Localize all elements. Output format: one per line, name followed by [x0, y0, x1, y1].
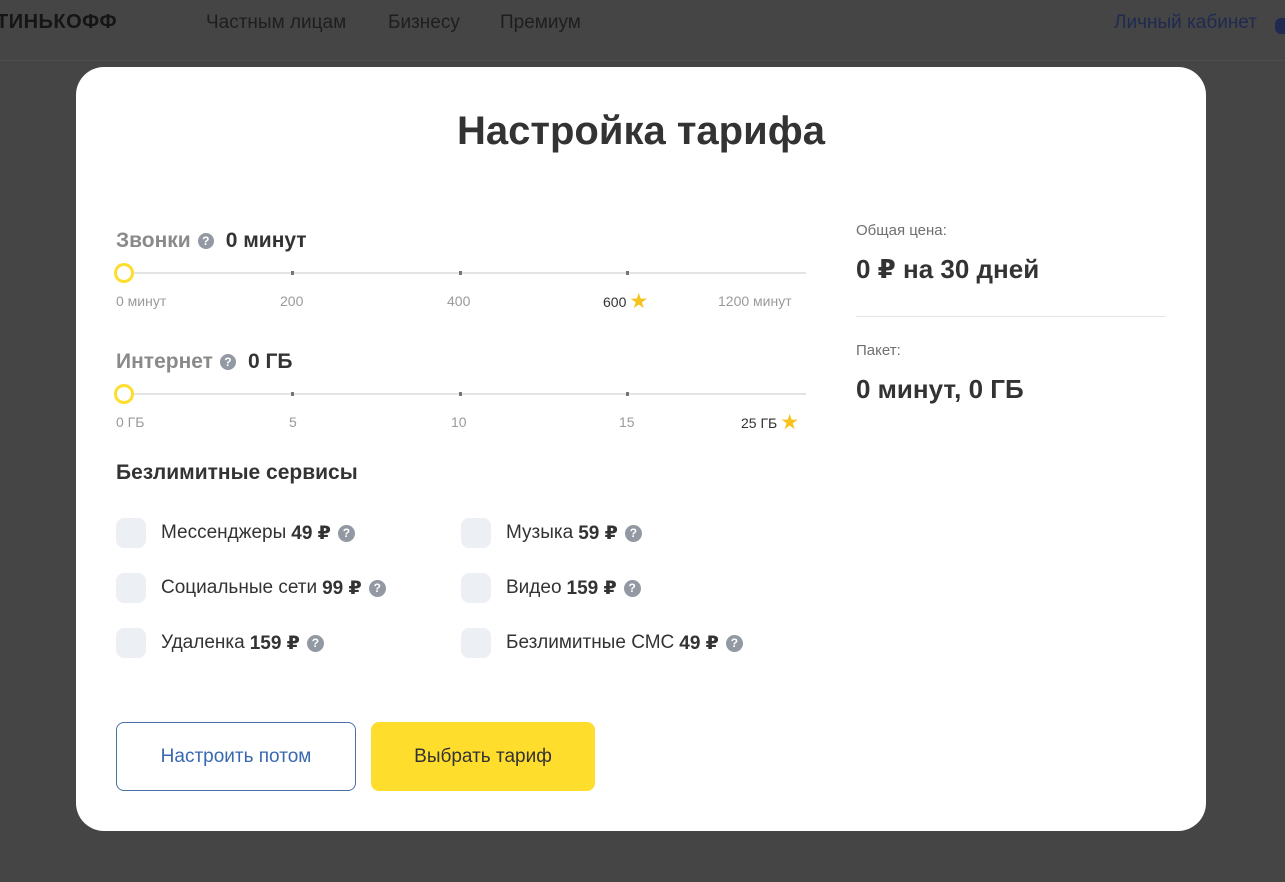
calls-scale-min[interactable]: 0 минут	[116, 293, 166, 309]
internet-slider-thumb[interactable]	[114, 384, 134, 404]
service-checkbox[interactable]	[461, 628, 491, 658]
service-messengers[interactable]: Мессенджеры 49 ₽ ?	[116, 518, 355, 548]
service-music[interactable]: Музыка 59 ₽ ?	[461, 518, 642, 548]
calls-header: Звонки ? 0 минут	[116, 226, 307, 256]
question-circle-icon[interactable]: ?	[306, 634, 324, 652]
internet-scale-15[interactable]: 15	[619, 414, 635, 430]
service-name: Видео	[506, 577, 562, 598]
internet-scale-max-label: 25 ГБ	[741, 414, 778, 431]
package-label: Пакет:	[856, 342, 901, 359]
slider-tick	[291, 392, 294, 396]
question-circle-icon[interactable]: ?	[725, 634, 743, 652]
internet-label: Интернет	[116, 350, 213, 373]
top-nav: ТИНЬКОФФ Частным лицам Бизнесу Премиум Л…	[0, 0, 1285, 61]
internet-help-icon[interactable]: ?	[219, 354, 236, 370]
question-circle-icon[interactable]: ?	[368, 579, 386, 597]
calls-help-icon[interactable]: ?	[197, 233, 214, 249]
question-circle-icon[interactable]: ?	[624, 524, 642, 542]
slider-tick	[459, 392, 462, 396]
internet-scale-10[interactable]: 10	[451, 414, 467, 430]
service-checkbox[interactable]	[116, 573, 146, 603]
service-price: 99 ₽	[322, 577, 362, 599]
modal-title: Настройка тарифа	[457, 109, 825, 153]
internet-scale-5[interactable]: 5	[289, 414, 297, 430]
logo[interactable]: ТИНЬКОФФ	[0, 11, 117, 34]
service-name: Социальные сети	[161, 577, 318, 598]
service-price: 159 ₽	[249, 632, 300, 654]
calls-scale-600-label: 600	[603, 293, 627, 310]
service-video[interactable]: Видео 159 ₽ ?	[461, 573, 641, 603]
nav-link-business[interactable]: Бизнесу	[388, 12, 460, 34]
service-price: 59 ₽	[578, 522, 618, 544]
calls-label: Звонки	[116, 229, 191, 252]
star-icon: ★	[780, 411, 800, 434]
choose-tariff-button[interactable]: Выбрать тариф	[371, 722, 595, 791]
service-checkbox[interactable]	[461, 573, 491, 603]
calls-scale-max[interactable]: 1200 минут	[718, 293, 792, 309]
service-social[interactable]: Социальные сети 99 ₽ ?	[116, 573, 386, 603]
internet-scale-max[interactable]: 25 ГБ ★	[741, 412, 799, 433]
nav-link-cabinet[interactable]: Личный кабинет	[1114, 12, 1257, 34]
calls-slider-thumb[interactable]	[114, 263, 134, 283]
internet-scale-min[interactable]: 0 ГБ	[116, 414, 144, 430]
service-price: 49 ₽	[291, 522, 331, 544]
internet-header: Интернет ? 0 ГБ	[116, 347, 292, 377]
service-sms[interactable]: Безлимитные СМС 49 ₽ ?	[461, 628, 743, 658]
user-icon[interactable]	[1275, 18, 1285, 34]
star-icon: ★	[629, 290, 649, 313]
slider-tick	[626, 392, 629, 396]
service-price: 49 ₽	[679, 632, 719, 654]
calls-scale-200[interactable]: 200	[280, 293, 303, 309]
internet-slider[interactable]	[114, 384, 806, 404]
calls-slider[interactable]	[114, 263, 806, 283]
question-circle-icon[interactable]: ?	[623, 579, 641, 597]
nav-link-premium[interactable]: Премиум	[500, 12, 581, 34]
service-name: Мессенджеры	[161, 522, 287, 543]
service-checkbox[interactable]	[461, 518, 491, 548]
total-price-value: 0 ₽ на 30 дней	[856, 254, 1040, 284]
services-title: Безлимитные сервисы	[116, 461, 358, 484]
calls-scale-400[interactable]: 400	[447, 293, 470, 309]
service-checkbox[interactable]	[116, 518, 146, 548]
question-circle-icon[interactable]: ?	[337, 524, 355, 542]
calls-scale-600[interactable]: 600 ★	[603, 291, 648, 312]
slider-tick	[626, 271, 629, 275]
total-price-label: Общая цена:	[856, 222, 947, 239]
service-checkbox[interactable]	[116, 628, 146, 658]
slider-tick	[291, 271, 294, 275]
nav-link-private[interactable]: Частным лицам	[206, 12, 346, 34]
package-value: 0 минут, 0 ГБ	[856, 374, 1024, 404]
summary-divider	[856, 316, 1166, 317]
service-name: Музыка	[506, 522, 574, 543]
calls-value: 0 минут	[225, 229, 307, 252]
internet-value: 0 ГБ	[247, 350, 293, 373]
tariff-modal: Настройка тарифа Звонки ? 0 минут 0 мину…	[76, 67, 1206, 831]
service-price: 159 ₽	[566, 577, 617, 599]
service-name: Безлимитные СМС	[506, 632, 675, 653]
service-remote[interactable]: Удаленка 159 ₽ ?	[116, 628, 324, 658]
configure-later-button[interactable]: Настроить потом	[116, 722, 356, 791]
service-name: Удаленка	[161, 632, 245, 653]
slider-tick	[459, 271, 462, 275]
